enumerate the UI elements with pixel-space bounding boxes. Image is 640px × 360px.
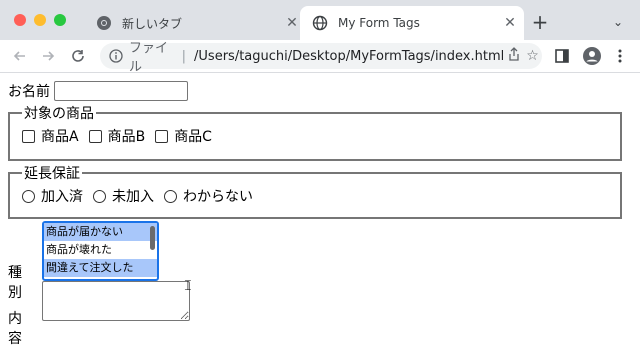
- warranty-not-enrolled-label: 未加入: [112, 189, 154, 205]
- name-label: お名前: [8, 84, 50, 100]
- tab-title: My Form Tags: [338, 16, 420, 30]
- info-icon[interactable]: [109, 49, 123, 63]
- url-text[interactable]: /Users/taguchi/Desktop/MyFormTags/index.…: [194, 49, 504, 64]
- back-arrow-icon[interactable]: [8, 44, 32, 68]
- browser-toolbar: ファイル | /Users/taguchi/Desktop/MyFormTags…: [0, 40, 640, 75]
- browser-titlebar: 新しいタブ ✕ My Form Tags ✕ + ⌄: [0, 0, 640, 40]
- text-cursor-icon: 𝙸: [183, 278, 193, 294]
- scheme-label: ファイル: [129, 41, 169, 75]
- product-a-checkbox[interactable]: [22, 129, 35, 143]
- chrome-icon: [96, 15, 112, 31]
- warranty-not-enrolled-radio[interactable]: [93, 189, 106, 203]
- share-icon[interactable]: [504, 47, 523, 65]
- products-legend: 対象の商品: [24, 106, 94, 122]
- window-controls: [14, 14, 66, 26]
- minimize-window-button[interactable]: [34, 14, 46, 26]
- warranty-unknown-label: わからない: [183, 189, 253, 205]
- warranty-legend: 延長保証: [24, 166, 80, 182]
- tab-new-tab[interactable]: 新しいタブ ✕: [84, 6, 306, 40]
- product-a-option[interactable]: 商品A: [22, 126, 79, 146]
- close-window-button[interactable]: [14, 14, 26, 26]
- tab-search-chevron-icon[interactable]: ⌄: [608, 12, 628, 32]
- address-separator: |: [181, 48, 187, 64]
- close-tab-icon[interactable]: ✕: [500, 15, 520, 31]
- forward-arrow-icon[interactable]: [36, 44, 60, 68]
- list-item[interactable]: 商品が届かない: [44, 223, 157, 241]
- warranty-enrolled-radio[interactable]: [22, 189, 35, 203]
- product-b-label: 商品B: [107, 129, 146, 145]
- product-c-option[interactable]: 商品C: [155, 126, 212, 146]
- type-listbox[interactable]: 商品が届かない 商品が壊れた 間違えて注文した: [42, 221, 159, 281]
- product-a-label: 商品A: [41, 129, 79, 145]
- warranty-not-enrolled-option[interactable]: 未加入: [93, 186, 154, 206]
- zoom-window-button[interactable]: [54, 14, 66, 26]
- products-fieldset: 対象の商品 商品A 商品B 商品C: [8, 103, 622, 161]
- list-item[interactable]: 間違えて注文した: [44, 259, 157, 277]
- more-menu-icon[interactable]: [608, 44, 632, 68]
- name-row: お名前: [8, 81, 188, 101]
- warranty-fieldset: 延長保証 加入済 未加入 わからない: [8, 163, 622, 219]
- address-bar[interactable]: ファイル | /Users/taguchi/Desktop/MyFormTags…: [100, 41, 542, 75]
- product-c-label: 商品C: [174, 129, 212, 145]
- reload-icon[interactable]: [66, 44, 90, 68]
- bookmark-star-icon[interactable]: ☆: [523, 48, 542, 64]
- content-textarea[interactable]: [42, 281, 190, 321]
- warranty-enrolled-label: 加入済: [41, 189, 83, 205]
- side-panel-icon[interactable]: [550, 44, 574, 68]
- profile-avatar-icon[interactable]: [580, 44, 604, 68]
- warranty-enrolled-option[interactable]: 加入済: [22, 186, 83, 206]
- list-item[interactable]: 商品が壊れた: [44, 241, 157, 259]
- type-label: 種別: [8, 265, 22, 301]
- product-b-option[interactable]: 商品B: [88, 126, 146, 146]
- product-c-checkbox[interactable]: [155, 129, 169, 143]
- warranty-unknown-option[interactable]: わからない: [164, 186, 253, 206]
- page-content: お名前 対象の商品 商品A 商品B 商品C 延長保証 加入済 未加入 わからない…: [0, 73, 640, 360]
- tab-my-form-tags[interactable]: My Form Tags ✕: [300, 6, 524, 40]
- listbox-scrollbar[interactable]: [150, 226, 155, 250]
- name-input[interactable]: [54, 81, 188, 101]
- tab-title: 新しいタブ: [122, 16, 183, 31]
- globe-icon: [312, 15, 328, 31]
- content-label: 内容: [8, 311, 22, 347]
- new-tab-button[interactable]: +: [528, 10, 552, 34]
- close-tab-icon[interactable]: ✕: [282, 15, 302, 31]
- warranty-unknown-radio[interactable]: [164, 189, 177, 203]
- product-b-checkbox[interactable]: [88, 129, 102, 143]
